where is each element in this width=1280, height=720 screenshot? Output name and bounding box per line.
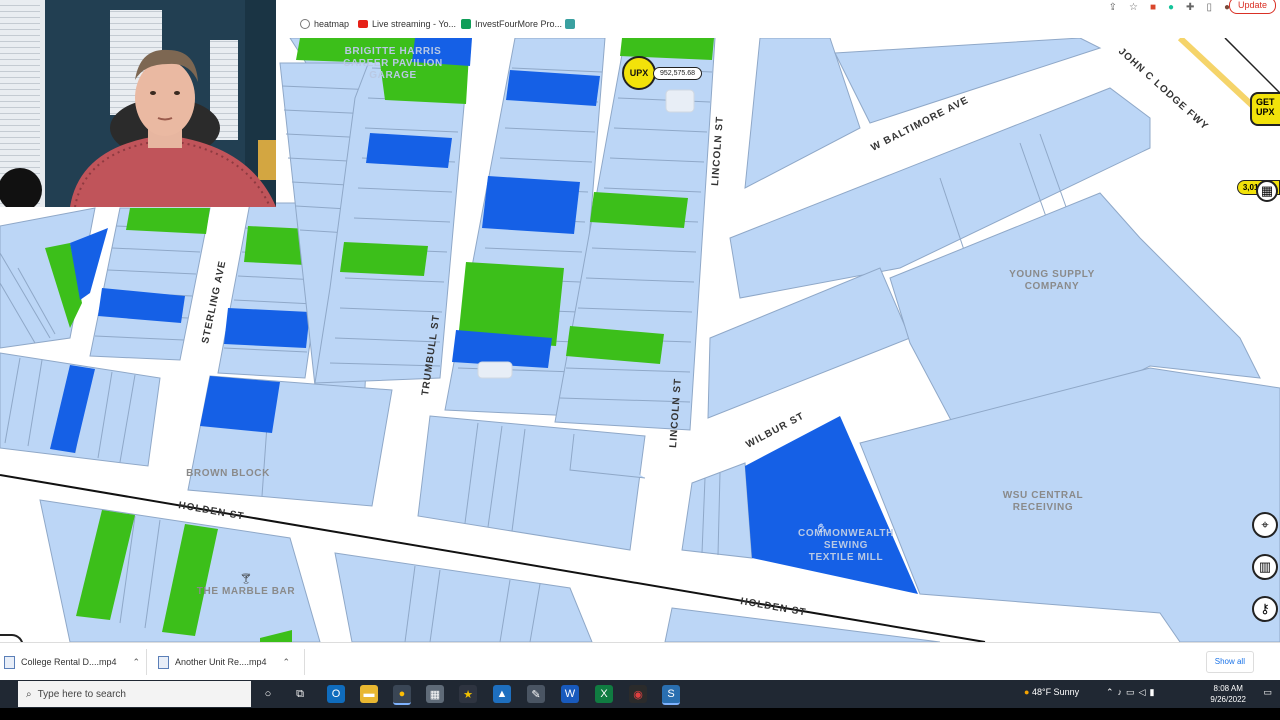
place-marble-bar: THE MARBLE BAR (197, 586, 296, 597)
place-brown-block: BROWN BLOCK (186, 468, 270, 479)
building-marker[interactable] (665, 89, 695, 113)
parcel-green[interactable] (590, 192, 688, 228)
notification-icon[interactable]: ▭ (1263, 687, 1272, 698)
browser-toolbar-icons: ⇪ ☆ ■ ● ✚ ▯ ● (1109, 0, 1230, 14)
place-commonwealth-line2: SEWING (824, 540, 868, 551)
grammarly-icon[interactable]: ● (1168, 2, 1174, 13)
parcel-blue[interactable] (200, 376, 280, 433)
place-brigitte-line2: CAREER PAVILION (343, 58, 443, 69)
place-wsu-line1: WSU CENTRAL (1003, 490, 1083, 501)
building-icon[interactable]: ▥ (1252, 554, 1278, 580)
chevron-up-icon[interactable]: ⌃ (133, 657, 141, 668)
chrome-icon[interactable]: ● (393, 685, 411, 705)
extension-icon[interactable]: ■ (1150, 2, 1156, 13)
bookmark-app-icon (565, 19, 575, 29)
screen-border (0, 708, 1280, 720)
bookmark-label: Live streaming - Yo... (372, 19, 457, 29)
task-view-icon[interactable]: ⧉ (291, 685, 309, 703)
outlook-icon[interactable]: O (327, 685, 345, 703)
youtube-icon (358, 20, 368, 28)
paint-icon[interactable]: ✎ (527, 685, 545, 703)
download-item[interactable]: Another Unit Re....mp4 ⌃ (158, 651, 290, 673)
globe-icon (300, 19, 310, 29)
place-brigitte-line1: BRIGITTE HARRIS (345, 46, 442, 57)
calculator-icon[interactable]: ▦ (426, 685, 444, 703)
sheets-icon (461, 19, 471, 29)
hand-cursor-icon: ✋︎ (818, 521, 825, 535)
divider (304, 649, 305, 675)
word-icon[interactable]: W (561, 685, 579, 703)
place-brigitte-line3: GARAGE (369, 70, 417, 81)
bookmark-label: heatmap (314, 19, 350, 29)
download-item[interactable]: College Rental D....mp4 ⌃ (4, 651, 140, 673)
bookmark-label: InvestFourMore Pro... (475, 19, 563, 29)
download-item-label: College Rental D....mp4 (21, 657, 117, 667)
clock-time: 8:08 AM (1213, 684, 1243, 693)
get-upx-button[interactable]: GET UPX (1250, 92, 1280, 126)
bookmark-heatmap[interactable]: heatmap (300, 19, 349, 29)
bookmark-investfourmore[interactable]: InvestFourMore Pro... (461, 19, 562, 29)
show-all-button[interactable]: Show all (1205, 651, 1254, 673)
bookmark-live-streaming[interactable]: Live streaming - Yo... (358, 19, 456, 29)
puzzle-icon[interactable]: ✚ (1186, 2, 1194, 13)
parcel-blue[interactable] (224, 308, 310, 348)
webcam-overlay (0, 0, 276, 207)
file-icon (4, 655, 15, 669)
taskbar-clock[interactable]: 8:08 AM 9/26/2022 (1210, 683, 1246, 705)
upx-balance-badge[interactable]: UPX 952,575.68 (622, 56, 703, 90)
star-icon[interactable]: ☆ (1129, 2, 1138, 13)
chevron-up-icon[interactable]: ⌃ (1106, 687, 1118, 697)
parcel-blue[interactable] (506, 70, 600, 106)
screencast-icon[interactable]: S (662, 685, 680, 705)
cortana-icon[interactable]: ○ (259, 685, 277, 703)
building-marker[interactable] (477, 361, 513, 379)
bar-icon: 🍸︎ (240, 573, 253, 585)
calendar-icon[interactable]: ▦ (1256, 180, 1278, 202)
recorder-icon[interactable]: ◉ (629, 685, 647, 703)
search-icon: ⌕ (26, 688, 32, 700)
weather-text: 48°F Sunny (1031, 687, 1080, 697)
bookmark-extra[interactable] (565, 19, 575, 29)
divider (146, 649, 147, 675)
excel-icon[interactable]: X (595, 685, 613, 703)
download-item-label: Another Unit Re....mp4 (175, 657, 267, 667)
system-tray-icons[interactable]: ⌃♪▭◁▮ (1106, 687, 1158, 698)
volume-icon[interactable]: ◁ (1139, 687, 1150, 697)
location-pin-icon[interactable]: ⌖ (1252, 512, 1278, 538)
place-young-supply-line2: COMPANY (1025, 281, 1080, 292)
key-icon[interactable]: ⚷ (1252, 596, 1278, 622)
battery-icon[interactable]: ▮ (1149, 687, 1158, 697)
weather-widget[interactable]: ● 48°F Sunny (1024, 687, 1079, 697)
parcel-green[interactable] (340, 242, 428, 276)
star-app-icon[interactable]: ★ (459, 685, 477, 703)
file-explorer-icon[interactable]: ▬ (360, 685, 378, 703)
file-icon (158, 655, 169, 669)
place-commonwealth-line3: TEXTILE MILL (809, 552, 883, 563)
webcam-image (0, 0, 276, 207)
network-icon[interactable]: ▭ (1126, 687, 1139, 697)
parcel-blue[interactable] (366, 133, 452, 168)
parcel-blue[interactable] (482, 176, 580, 234)
clock-date: 9/26/2022 (1210, 695, 1246, 704)
sidebar-icon[interactable]: ▯ (1206, 2, 1212, 13)
upx-balance-value: 952,575.68 (653, 66, 703, 80)
share-icon[interactable]: ⇪ (1109, 2, 1117, 13)
place-young-supply-line1: YOUNG SUPPLY (1009, 269, 1095, 280)
place-commonwealth-line1: COMMONWEALTH (798, 528, 894, 539)
downloads-bar: College Rental D....mp4 ⌃ Another Unit R… (0, 642, 1280, 681)
photos-icon[interactable]: ▲ (493, 685, 511, 703)
parcel-green[interactable] (126, 208, 210, 234)
place-wsu-line2: RECEIVING (1013, 502, 1073, 513)
windows-taskbar: ⌕ Type here to search ○ ⧉ O ▬ ● ▦ ★ ▲ ✎ … (0, 680, 1280, 708)
taskbar-search[interactable]: ⌕ Type here to search (18, 681, 251, 707)
upx-coin-icon: UPX (622, 56, 656, 90)
mic-icon[interactable]: ♪ (1118, 687, 1127, 697)
sun-icon: ● (1024, 687, 1030, 697)
update-button[interactable]: Update (1228, 0, 1276, 14)
search-input[interactable]: Type here to search (38, 689, 126, 700)
chevron-up-icon[interactable]: ⌃ (283, 657, 291, 668)
